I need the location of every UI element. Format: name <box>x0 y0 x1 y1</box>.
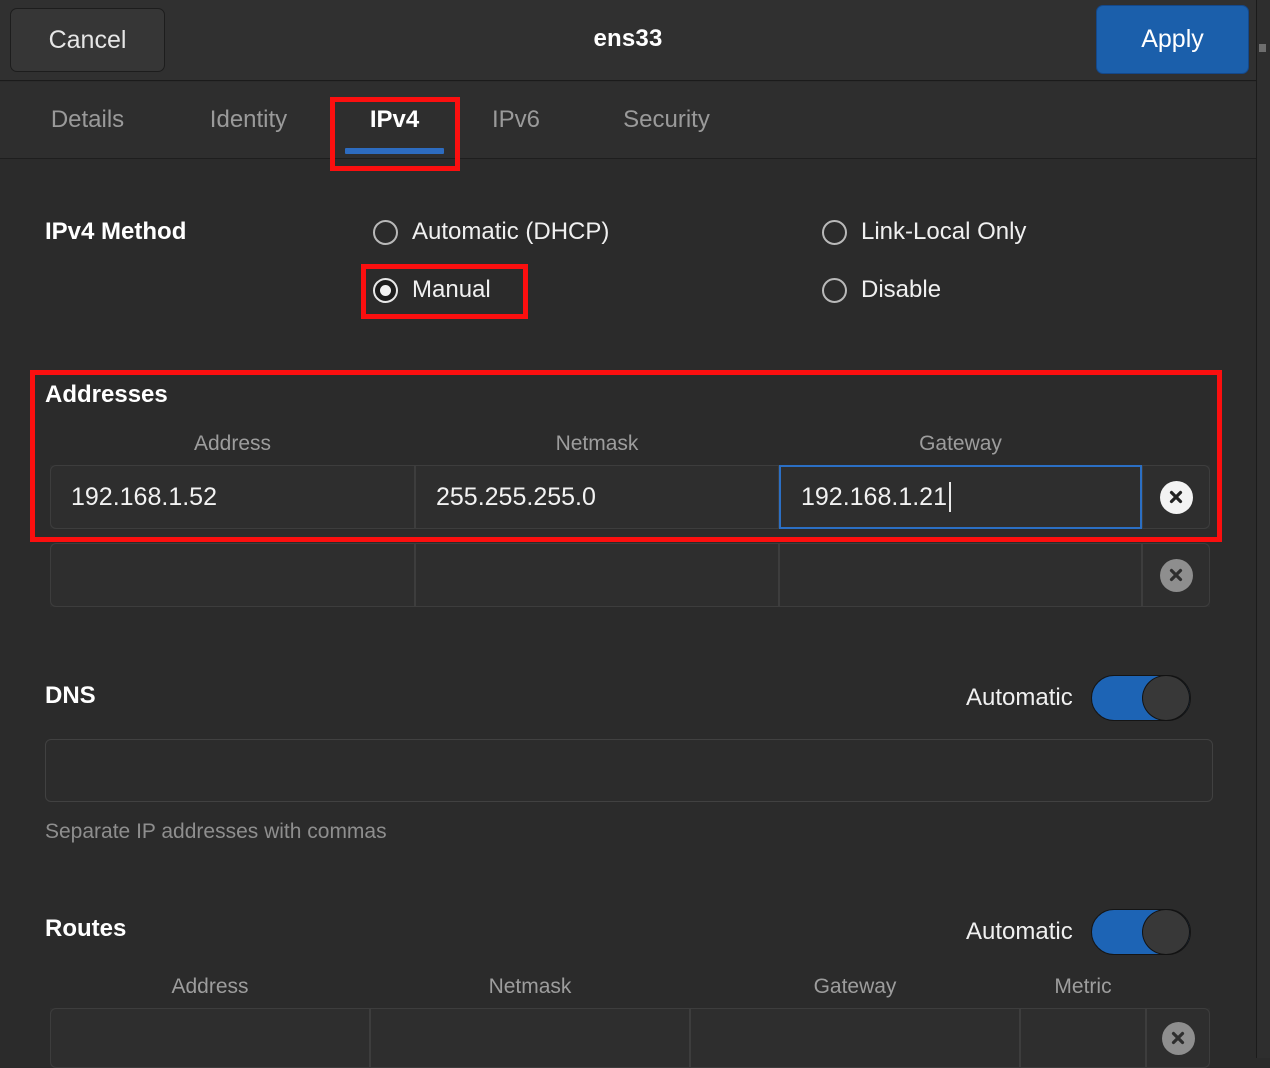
tab-details[interactable]: Details <box>26 82 149 158</box>
toggle-knob <box>1141 909 1190 955</box>
netmask-value-row1: 255.255.255.0 <box>436 482 596 511</box>
routes-automatic-toggle[interactable] <box>1090 909 1191 955</box>
routes-col-netmask: Netmask <box>488 975 572 998</box>
gateway-input-row2[interactable] <box>779 543 1142 607</box>
address-input-row2[interactable] <box>50 543 415 607</box>
address-input-row1[interactable]: 192.168.1.52 <box>50 465 415 529</box>
window-right-edge <box>1256 0 1270 1058</box>
ipv4-settings-panel: IPv4 Method Automatic (DHCP) Manual Link… <box>0 160 1256 1068</box>
dns-automatic-toggle[interactable] <box>1090 675 1191 721</box>
route-netmask-input-row1[interactable] <box>370 1008 690 1068</box>
network-settings-window: Cancel ens33 Apply Details Identity IPv4… <box>0 0 1270 1068</box>
tab-ipv6[interactable]: IPv6 <box>474 82 558 158</box>
radio-manual-label: Manual <box>412 276 491 303</box>
address-row <box>50 543 1210 607</box>
text-cursor <box>948 482 951 512</box>
address-delete-cell-row2 <box>1142 543 1210 607</box>
route-metric-input-row1[interactable] <box>1020 1008 1146 1068</box>
tab-ipv6-label: IPv6 <box>491 106 541 133</box>
ipv4-method-label: IPv4 Method <box>45 218 187 245</box>
route-row <box>50 1008 1210 1068</box>
routes-toggle-label: Automatic <box>966 918 1073 945</box>
radio-disable-label: Disable <box>861 276 942 303</box>
radio-manual[interactable]: Manual <box>373 276 491 304</box>
tab-identity-label: Identity <box>209 106 288 133</box>
routes-col-gateway: Gateway <box>813 975 897 998</box>
radio-automatic-dhcp[interactable]: Automatic (DHCP) <box>373 218 609 246</box>
remove-address-icon[interactable] <box>1159 558 1193 592</box>
remove-route-icon[interactable] <box>1161 1021 1195 1055</box>
addresses-col-netmask: Netmask <box>555 432 639 455</box>
dns-section-title: DNS <box>45 682 96 709</box>
address-value-row1: 192.168.1.52 <box>71 482 217 511</box>
remove-address-icon[interactable] <box>1159 480 1193 514</box>
radio-circle-icon <box>822 277 847 303</box>
addresses-col-address: Address <box>193 432 272 455</box>
routes-automatic-toggle-group[interactable]: Automatic <box>966 909 1191 955</box>
routes-col-address: Address <box>171 975 249 998</box>
dns-automatic-toggle-group[interactable]: Automatic <box>966 675 1191 721</box>
addresses-section-title: Addresses <box>45 381 168 408</box>
radio-disable[interactable]: Disable <box>822 276 941 304</box>
radio-link-local-only[interactable]: Link-Local Only <box>822 218 1026 246</box>
apply-button[interactable]: Apply <box>1096 5 1249 74</box>
resize-handle[interactable] <box>1259 44 1266 52</box>
toggle-knob <box>1141 675 1190 721</box>
dns-servers-input[interactable] <box>45 739 1213 802</box>
tab-active-underline <box>345 148 444 154</box>
address-row: 192.168.1.52 255.255.255.0 192.168.1.21 <box>50 465 1210 529</box>
tab-identity[interactable]: Identity <box>181 82 316 158</box>
route-delete-cell-row1 <box>1146 1008 1210 1068</box>
gateway-value-row1: 192.168.1.21 <box>801 482 947 511</box>
tab-security-label: Security <box>623 106 710 133</box>
netmask-input-row2[interactable] <box>415 543 779 607</box>
tab-security[interactable]: Security <box>585 82 748 158</box>
gateway-input-row1[interactable]: 192.168.1.21 <box>779 465 1142 529</box>
tab-ipv4[interactable]: IPv4 <box>337 82 452 158</box>
tab-ipv4-label: IPv4 <box>369 106 420 133</box>
route-address-input-row1[interactable] <box>50 1008 370 1068</box>
radio-automatic-dhcp-label: Automatic (DHCP) <box>412 218 610 245</box>
header-bar: Cancel ens33 Apply <box>0 0 1256 81</box>
radio-circle-icon <box>373 219 398 245</box>
radio-circle-selected-icon <box>373 277 398 303</box>
netmask-input-row1[interactable]: 255.255.255.0 <box>415 465 779 529</box>
dns-toggle-label: Automatic <box>966 684 1073 711</box>
address-delete-cell-row1 <box>1142 465 1210 529</box>
window-title: ens33 <box>593 25 663 52</box>
radio-circle-icon <box>822 219 847 245</box>
dns-hint-text: Separate IP addresses with commas <box>45 820 387 843</box>
route-gateway-input-row1[interactable] <box>690 1008 1020 1068</box>
tab-details-label: Details <box>50 106 125 133</box>
routes-col-metric: Metric <box>1054 975 1112 998</box>
radio-link-local-only-label: Link-Local Only <box>861 218 1027 245</box>
tab-bar: Details Identity IPv4 IPv6 Security <box>0 82 1256 159</box>
routes-section-title: Routes <box>45 915 127 942</box>
addresses-col-gateway: Gateway <box>919 432 1002 455</box>
